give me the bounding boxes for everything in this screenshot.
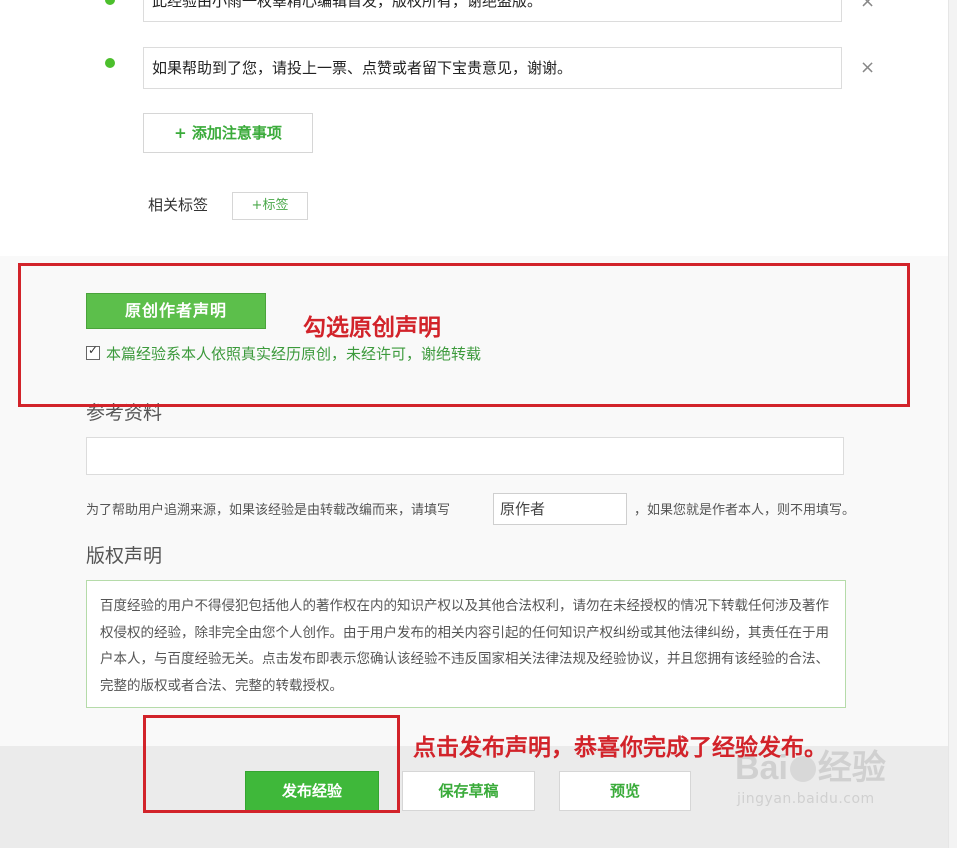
preview-button[interactable]: 预览: [559, 771, 691, 811]
tags-label: 相关标签: [148, 196, 209, 214]
annotation-publish-tip: 点击发布声明，恭喜你完成了经验发布。: [413, 735, 827, 761]
remove-tip-icon[interactable]: ×: [860, 0, 875, 12]
reference-input[interactable]: [86, 437, 844, 475]
add-tag-button[interactable]: +标签: [232, 192, 308, 220]
tip-input[interactable]: 此经验由小雨一枚辜精心编辑首发，版权所有，谢绝盗版。: [143, 0, 842, 22]
add-tip-button[interactable]: + 添加注意事项: [143, 113, 313, 153]
tip-bullet-icon: [105, 58, 115, 68]
reference-note-suffix: ，如果您就是作者本人，则不用填写。: [634, 503, 856, 518]
tip-input[interactable]: 如果帮助到了您，请投上一票、点赞或者留下宝贵意见，谢谢。: [143, 47, 842, 89]
copyright-title: 版权声明: [86, 545, 163, 567]
reference-note: 为了帮助用户追溯来源，如果该经验是由转载改编而来，请填写: [86, 503, 451, 518]
annotation-box-original: [18, 263, 910, 407]
original-author-input[interactable]: 原作者: [493, 493, 627, 525]
copyright-text: 百度经验的用户不得侵犯包括他人的著作权在内的知识产权以及其他合法权利，请勿在未经…: [86, 580, 846, 708]
watermark-url: jingyan.baidu.com: [737, 791, 875, 807]
annotation-original-tip: 勾选原创声明: [303, 315, 441, 341]
annotation-box-publish: [143, 715, 400, 813]
remove-tip-icon[interactable]: ×: [860, 57, 875, 78]
save-draft-button[interactable]: 保存草稿: [402, 771, 535, 811]
page-scrollbar[interactable]: [948, 0, 957, 848]
